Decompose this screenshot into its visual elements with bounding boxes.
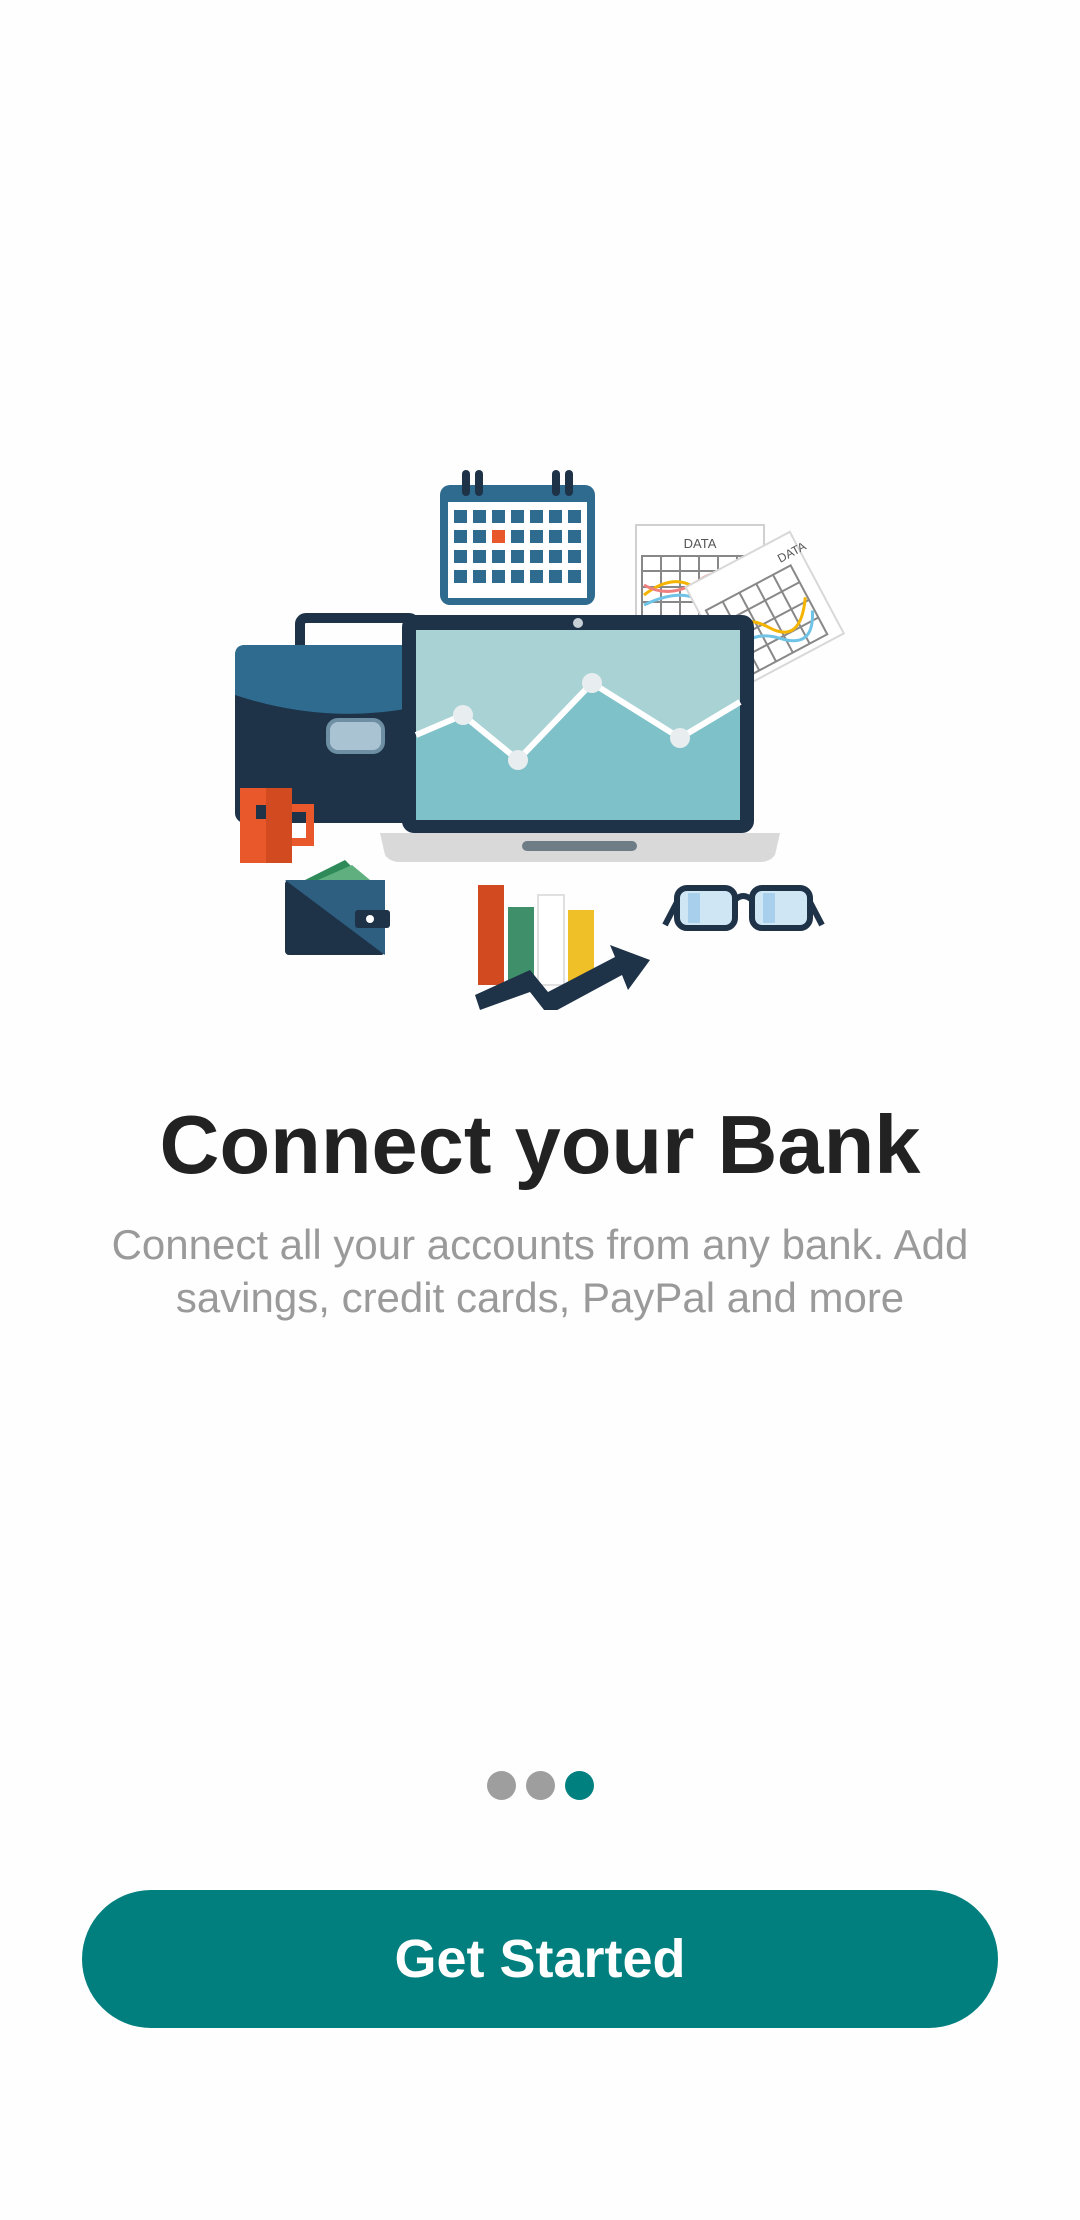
page-indicator-dot-2[interactable]	[525, 1771, 555, 1800]
wallet-icon	[285, 860, 390, 955]
page-indicator-dot-1[interactable]	[486, 1771, 516, 1800]
calendar-icon	[440, 470, 595, 605]
page-indicator	[0, 1771, 1080, 1800]
page-subtitle: Connect all your accounts from any bank.…	[111, 1221, 969, 1321]
get-started-button[interactable]: Get Started	[82, 1890, 998, 2028]
glasses-icon	[662, 885, 825, 931]
page-title: Connect your Bank	[159, 1098, 921, 1191]
bar-chart-icon	[475, 885, 650, 1010]
laptop-chart-icon	[380, 615, 780, 862]
data-label-1: DATA	[684, 536, 717, 551]
page-indicator-dot-3-active[interactable]	[564, 1771, 594, 1800]
onboarding-screen: DATA DATA Connect your Bank Connect all …	[0, 0, 1080, 2220]
bank-illustration: DATA DATA	[235, 470, 846, 1010]
